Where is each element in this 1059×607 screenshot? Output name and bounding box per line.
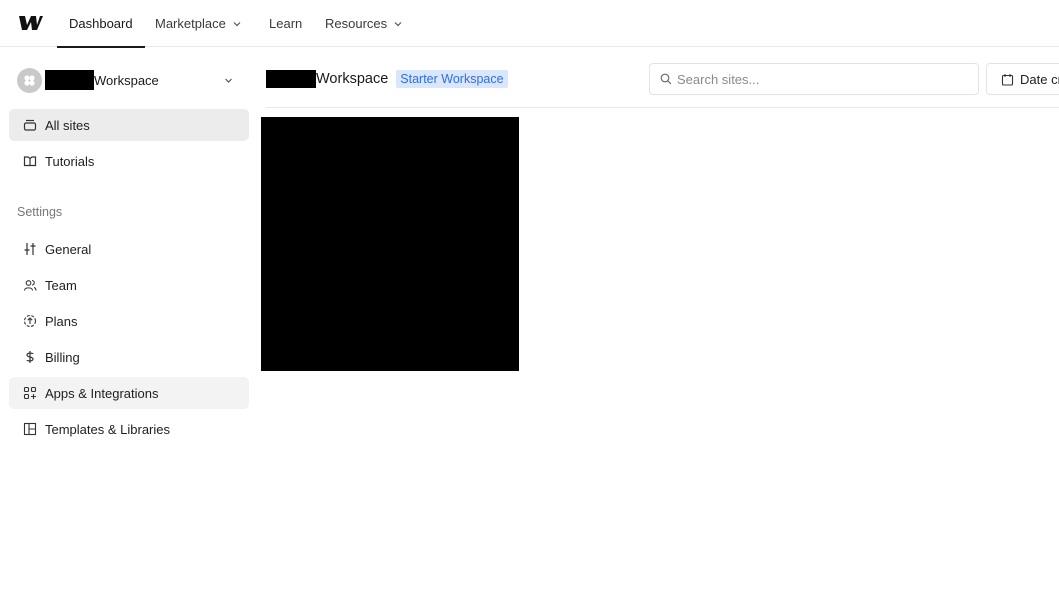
sites-icon [23,118,37,132]
sidebar-item-all-sites[interactable]: All sites [9,109,249,141]
sidebar-item-label: General [45,241,92,257]
sort-date-created-button[interactable]: Date created [986,63,1059,95]
plan-badge: Starter Workspace [396,70,508,88]
workspace-title-redacted [266,70,316,88]
nav-resources-label: Resources [325,16,388,31]
templates-icon [23,422,37,436]
search-icon [660,73,672,85]
sidebar-item-billing[interactable]: Billing [9,341,249,373]
dollar-icon [23,350,37,364]
header-divider [266,107,1059,108]
workspace-switcher[interactable]: Workspace [17,67,239,93]
chevron-down-icon [233,21,241,26]
apps-icon [23,386,37,400]
sidebar-item-label: Plans [45,313,78,329]
sidebar-item-label: Apps & Integrations [45,385,159,401]
nav-learn-label: Learn [269,16,303,31]
sidebar-item-label: Tutorials [45,153,95,169]
settings-section-label: Settings [17,205,63,219]
chevron-down-icon [394,21,402,26]
search-box[interactable] [649,63,979,95]
workspace-name-redacted [45,70,94,90]
tutorials-icon [23,154,37,168]
nav-dashboard[interactable]: Dashboard [57,0,145,48]
nav-dashboard-label: Dashboard [69,16,133,31]
nav-marketplace-label: Marketplace [155,16,226,31]
sidebar-item-templates-libraries[interactable]: Templates & Libraries [9,413,249,445]
page-title: Workspace [316,71,389,87]
sidebar-item-plans[interactable]: Plans [9,305,249,337]
site-card-thumbnail-redacted[interactable] [261,117,519,371]
chevron-down-icon [225,78,232,83]
sidebar-item-general[interactable]: General [9,233,249,265]
sidebar-item-label: Billing [45,349,80,365]
sidebar-item-label: Templates & Libraries [45,421,170,437]
sidebar-item-apps-integrations[interactable]: Apps & Integrations [9,377,249,409]
sidebar-item-label: All sites [45,117,90,133]
calendar-icon [1001,73,1014,86]
sidebar-item-team[interactable]: Team [9,269,249,301]
workspace-name: Workspace [94,72,159,88]
sidebar-item-tutorials[interactable]: Tutorials [9,145,249,177]
webflow-logo-icon[interactable] [19,14,43,32]
team-icon [23,278,37,292]
nav-marketplace[interactable]: Marketplace [155,0,241,47]
nav-resources[interactable]: Resources [325,0,402,47]
workspace-header: Workspace Starter Workspace [266,66,508,92]
workspace-avatar [17,67,42,93]
plans-upgrade-icon [23,314,37,328]
sliders-icon [23,242,37,256]
search-input[interactable] [677,71,967,87]
sidebar-item-label: Team [45,277,77,293]
nav-learn[interactable]: Learn [269,0,302,47]
top-navigation: Dashboard Marketplace Learn Resources [0,0,1059,48]
sort-button-label: Date created [1020,71,1059,87]
workspace-avatar-icon [24,74,35,86]
